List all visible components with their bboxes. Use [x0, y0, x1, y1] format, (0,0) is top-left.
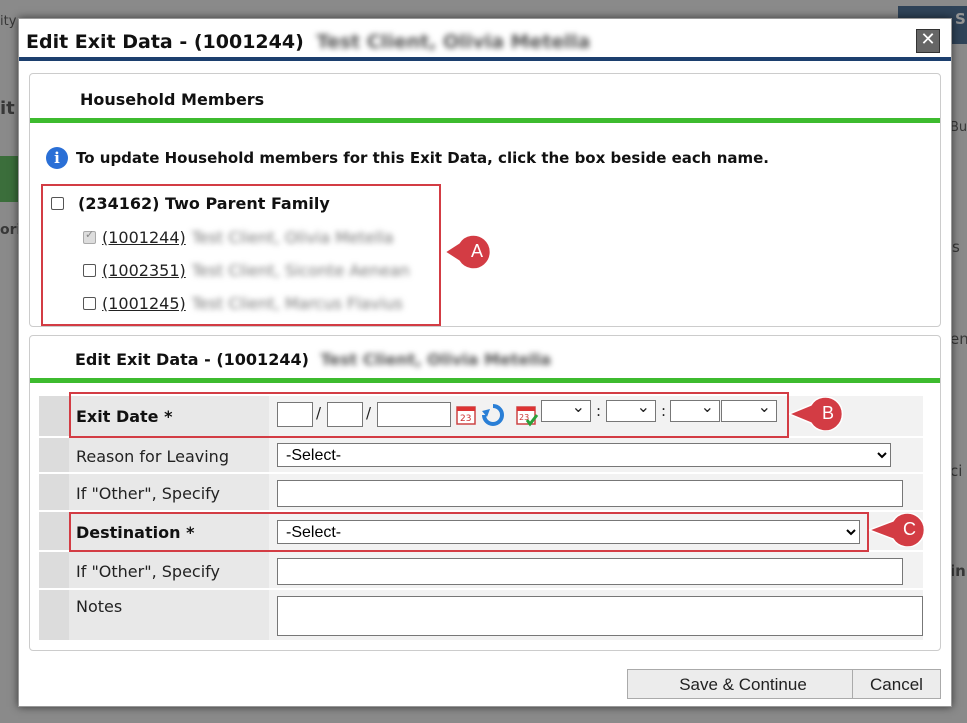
- other-specify-label: If "Other", Specify: [69, 474, 269, 512]
- edit-exit-data-title: Edit Exit Data - (1001244) Test Client, …: [75, 350, 551, 369]
- info-message: i To update Household members for this E…: [46, 147, 769, 169]
- other-specify-label-2: If "Other", Specify: [69, 552, 269, 590]
- section-divider: [30, 378, 940, 383]
- edit-section-title-text: Edit Exit Data - (1001244): [75, 350, 309, 369]
- dialog-title: Edit Exit Data - (1001244) Test Client, …: [26, 31, 590, 53]
- member-checkbox-1001244: [83, 228, 96, 244]
- member-name-redacted: Test Client, Olivia Metella: [191, 228, 394, 247]
- info-icon: i: [46, 147, 68, 169]
- reason-row: Reason for Leaving -Select-: [39, 436, 923, 474]
- callout-a-label: A: [471, 241, 484, 261]
- member-id-link[interactable]: (1002351): [102, 261, 186, 280]
- member-checkbox-1002351[interactable]: [83, 264, 96, 277]
- callout-c-label: C: [903, 519, 916, 539]
- client-name-redacted: Test Client, Olivia Metella: [316, 31, 591, 53]
- family-label: (234162) Two Parent Family: [78, 194, 330, 213]
- member-name-redacted: Test Client, Marcus Flavius: [191, 294, 403, 313]
- dialog-title-text: Edit Exit Data - (1001244): [26, 31, 304, 53]
- dialog-header: Edit Exit Data - (1001244) Test Client, …: [19, 19, 951, 61]
- section-divider: [30, 118, 940, 123]
- reason-field: -Select-: [269, 438, 923, 474]
- household-selection-box: (234162) Two Parent Family (1001244) Tes…: [41, 184, 441, 326]
- reason-label: Reason for Leaving: [69, 438, 269, 474]
- family-row: (234162) Two Parent Family: [51, 194, 330, 213]
- member-name-redacted: Test Client, Siconte Aenean: [191, 261, 410, 280]
- callout-b: B: [789, 397, 844, 431]
- family-checkbox[interactable]: [51, 197, 64, 210]
- notes-label: Notes: [69, 590, 269, 640]
- reason-for-leaving-select[interactable]: -Select-: [277, 443, 891, 467]
- client-name-redacted: Test Client, Olivia Metella: [320, 350, 552, 369]
- reason-other-specify-input[interactable]: [277, 480, 903, 507]
- notes-textarea[interactable]: [277, 596, 923, 636]
- household-members-title: Household Members: [80, 90, 265, 109]
- cancel-button[interactable]: Cancel: [852, 669, 941, 699]
- destination-other-specify-input[interactable]: [277, 558, 903, 585]
- notes-field: [269, 590, 923, 640]
- close-icon: ✕: [920, 29, 936, 50]
- callout-c: C: [869, 513, 926, 547]
- notes-row: Notes: [39, 588, 923, 640]
- exit-date-highlight: [69, 392, 789, 438]
- other-specify-row: If "Other", Specify: [39, 472, 923, 512]
- callout-a: A: [445, 235, 492, 269]
- member-row: (1002351) Test Client, Siconte Aenean: [83, 261, 410, 280]
- other-specify-field: [269, 474, 923, 512]
- destination-highlight: [69, 512, 869, 552]
- other-specify-row-2: If "Other", Specify: [39, 550, 923, 590]
- member-row: (1001244) Test Client, Olivia Metella: [83, 228, 394, 247]
- member-id-link[interactable]: (1001245): [102, 294, 186, 313]
- edit-exit-data-dialog: Edit Exit Data - (1001244) Test Client, …: [18, 18, 952, 707]
- save-continue-button[interactable]: Save & Continue: [627, 669, 859, 699]
- callout-b-label: B: [822, 403, 835, 423]
- member-id-link[interactable]: (1001244): [102, 228, 186, 247]
- other-specify-field-2: [269, 552, 923, 590]
- info-text: To update Household members for this Exi…: [76, 149, 770, 167]
- close-button[interactable]: ✕: [916, 29, 940, 53]
- member-checkbox-1001245[interactable]: [83, 297, 96, 310]
- member-row: (1001245) Test Client, Marcus Flavius: [83, 294, 403, 313]
